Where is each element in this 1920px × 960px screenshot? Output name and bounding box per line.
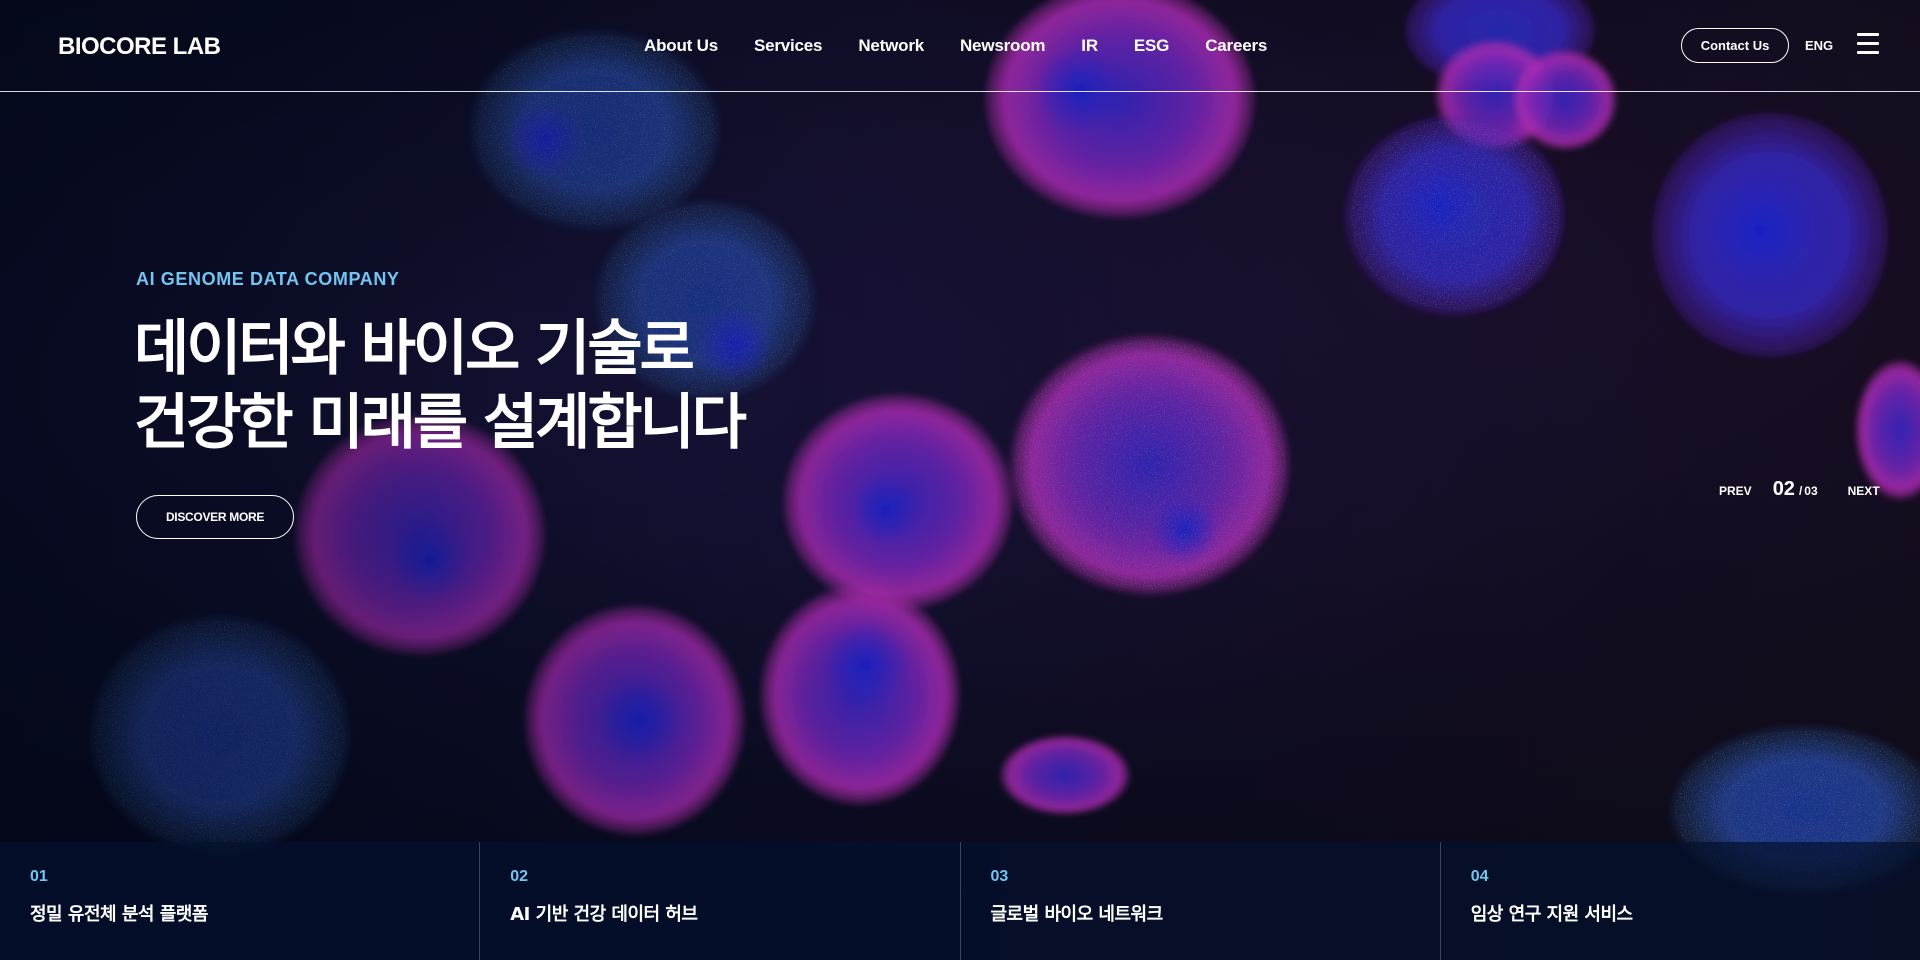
card-title: 임상 연구 지원 서비스 [1470, 904, 1633, 925]
site-logo[interactable]: BIOCORE LAB [58, 33, 221, 61]
card-title: AI 기반 건강 데이터 허브 [510, 904, 698, 925]
site-header: BIOCORE LAB About Us Services Network Ne… [0, 0, 1920, 92]
feature-card[interactable]: 02 AI 기반 건강 데이터 허브 [480, 842, 961, 960]
total-slides: 03 [1804, 484, 1818, 498]
hero-headline-line-2: 건강한 미래를 설계합니다 [134, 388, 747, 458]
language-toggle[interactable]: ENG [1805, 38, 1833, 53]
contact-us-button[interactable]: Contact Us [1681, 28, 1789, 63]
feature-card[interactable]: 01 정밀 유전체 분석 플랫폼 [0, 842, 481, 960]
nav-item-services[interactable]: Services [754, 36, 823, 56]
nav-item-about-us[interactable]: About Us [644, 36, 718, 56]
nav-item-ir[interactable]: IR [1081, 36, 1098, 56]
nav-item-careers[interactable]: Careers [1205, 36, 1267, 56]
card-number: 03 [990, 868, 1009, 885]
hero-background-image [0, 0, 1920, 960]
feature-card[interactable]: 04 임상 연구 지원 서비스 [1441, 842, 1920, 960]
card-number: 04 [1470, 868, 1489, 885]
nav-item-esg[interactable]: ESG [1134, 36, 1170, 56]
slider-pager: PREV 02 / 03 NEXT [1719, 478, 1880, 501]
nav-item-newsroom[interactable]: Newsroom [960, 36, 1046, 56]
current-slide-number: 02 [1772, 478, 1795, 500]
slide-separator: / [1798, 484, 1803, 498]
discover-more-button[interactable]: DISCOVER MORE [136, 495, 294, 539]
hero-headline: 데이터와 바이오 기술로 건강한 미래를 설계합니다 [134, 312, 747, 460]
prev-slide-button[interactable]: PREV [1719, 484, 1752, 498]
card-number: 01 [30, 868, 48, 885]
next-slide-button[interactable]: NEXT [1848, 484, 1880, 498]
card-title: 정밀 유전체 분석 플랫폼 [30, 904, 208, 925]
hamburger-menu-icon[interactable] [1857, 33, 1879, 57]
hero-eyebrow: AI GENOME DATA COMPANY [136, 269, 400, 289]
card-number: 02 [510, 868, 529, 885]
nav-item-network[interactable]: Network [858, 36, 924, 56]
main-nav: About Us Services Network Newsroom IR ES… [644, 36, 1303, 56]
hero-headline-line-1: 데이터와 바이오 기술로 [134, 314, 695, 384]
hero-overlay [0, 0, 1920, 960]
card-title: 글로벌 바이오 네트워크 [990, 904, 1164, 925]
feature-card[interactable]: 03 글로벌 바이오 네트워크 [961, 842, 1441, 960]
feature-cards: 01 정밀 유전체 분석 플랫폼 02 AI 기반 건강 데이터 허브 03 글… [0, 842, 1920, 960]
